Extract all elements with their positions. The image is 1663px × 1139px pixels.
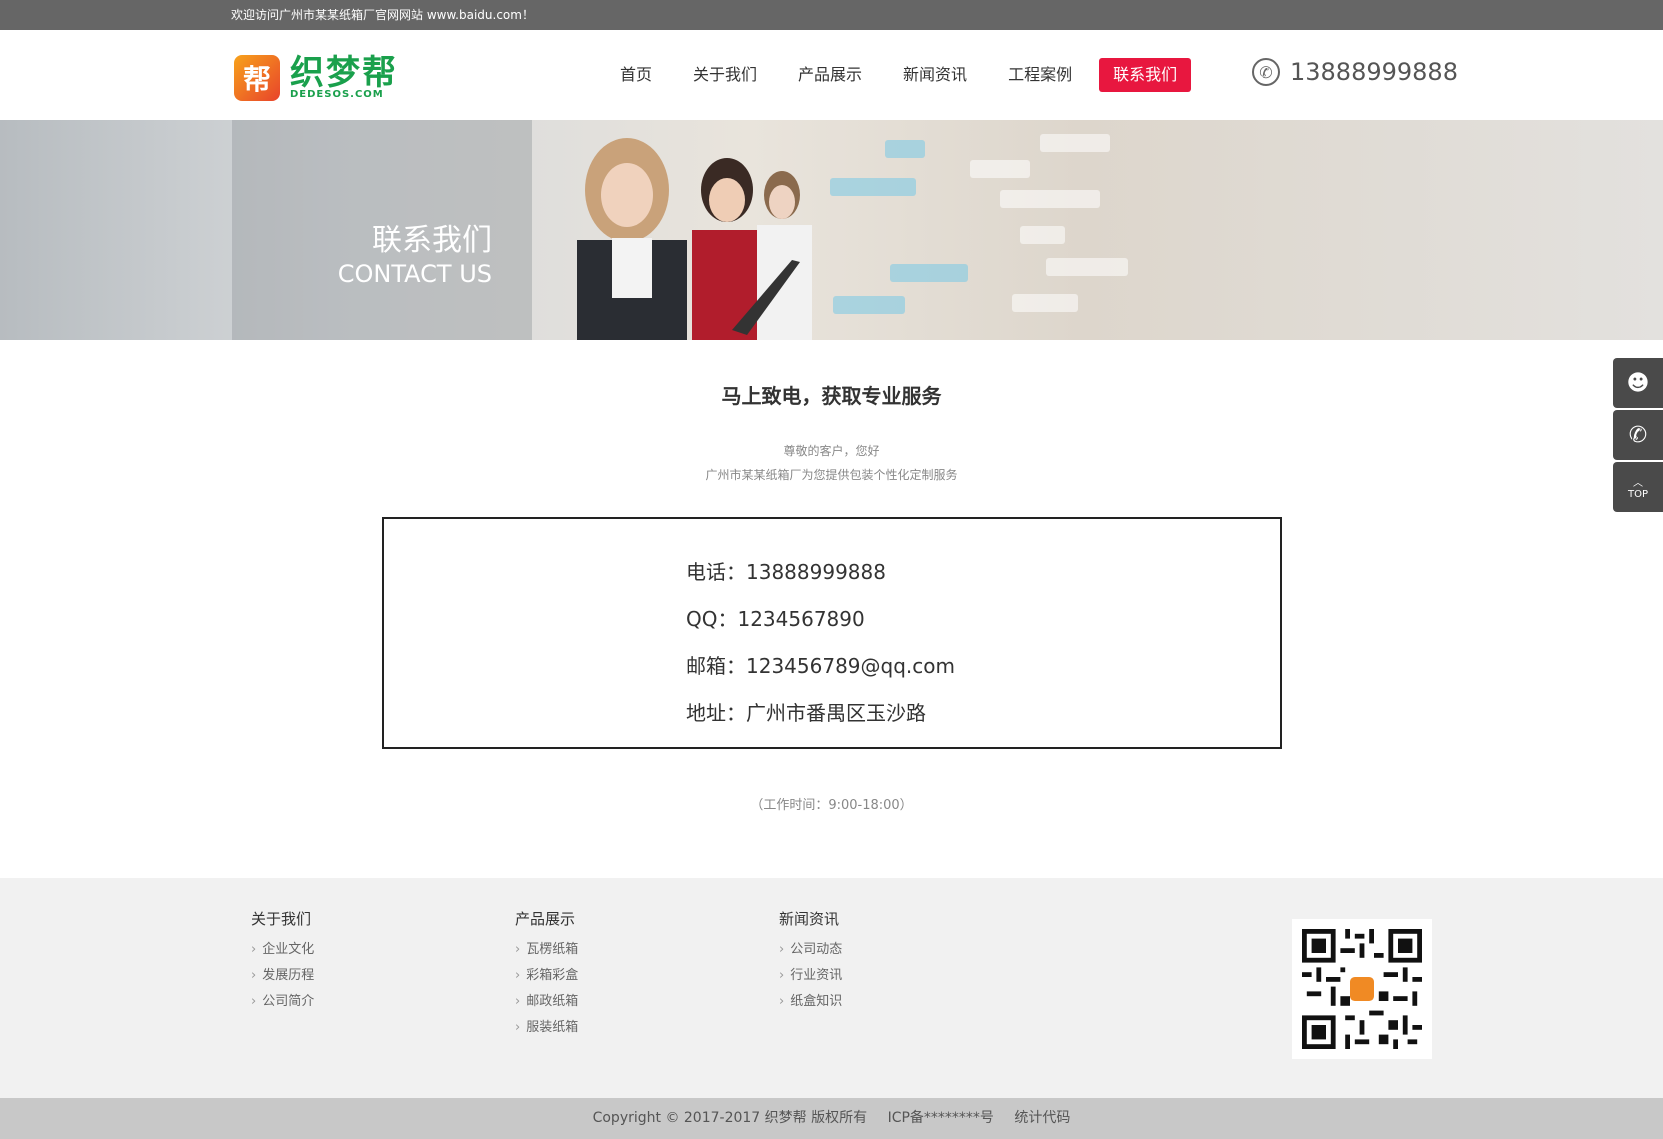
- footer-col-products: 产品展示 瓦楞纸箱 彩箱彩盒 邮政纸箱 服装纸箱: [515, 908, 578, 1041]
- contact-phone: 电话：13888999888: [686, 560, 886, 584]
- contact-address: 地址：广州市番禺区玉沙路: [686, 701, 926, 725]
- banner-title-panel: 联系我们 CONTACT US: [232, 120, 532, 340]
- phone-icon: ✆: [1252, 58, 1280, 86]
- qq-icon[interactable]: ☻: [1613, 358, 1663, 408]
- stats-code: 统计代码: [1014, 1110, 1071, 1126]
- site-logo[interactable]: 帮 织梦帮 DEDESOS.COM: [234, 55, 398, 101]
- footer-link[interactable]: 纸盒知识: [779, 989, 842, 1015]
- footer-col-title[interactable]: 关于我们: [251, 908, 314, 929]
- subtitle-greeting: 尊敬的客户，您好: [783, 444, 880, 458]
- footer-link[interactable]: 瓦楞纸箱: [515, 937, 578, 963]
- footer-link[interactable]: 服装纸箱: [515, 1015, 578, 1041]
- footer: 关于我们 企业文化 发展历程 公司简介 产品展示 瓦楞纸箱 彩箱彩盒 邮政纸箱 …: [0, 878, 1663, 1098]
- logo-en: DEDESOS.COM: [290, 89, 384, 100]
- nav-products[interactable]: 产品展示: [778, 58, 882, 92]
- logo-badge: 帮: [234, 55, 280, 101]
- copyright-text: Copyright © 2017-2017 织梦帮 版权所有: [592, 1110, 868, 1126]
- footer-link[interactable]: 邮政纸箱: [515, 989, 578, 1015]
- footer-link[interactable]: 公司动态: [779, 937, 842, 963]
- logo-text: 织梦帮 DEDESOS.COM: [290, 56, 398, 100]
- footer-link[interactable]: 公司简介: [251, 989, 314, 1015]
- contact-info-box: 电话：13888999888 QQ：1234567890 邮箱：12345678…: [382, 517, 1282, 749]
- back-to-top-button[interactable]: ︿ TOP: [1613, 462, 1663, 512]
- footer-col-title[interactable]: 产品展示: [515, 908, 578, 929]
- footer-link[interactable]: 行业资讯: [779, 963, 842, 989]
- footer-link[interactable]: 发展历程: [251, 963, 314, 989]
- header-phone-number: 13888999888: [1290, 58, 1458, 86]
- footer-link[interactable]: 彩箱彩盒: [515, 963, 578, 989]
- welcome-text: 欢迎访问广州市某某纸箱厂官网网站 www.baidu.com！: [231, 8, 534, 22]
- top-icon: ︿: [1633, 478, 1643, 489]
- phone-icon[interactable]: ✆: [1613, 410, 1663, 460]
- header: 帮 织梦帮 DEDESOS.COM 首页 关于我们 产品展示 新闻资讯 工程案例…: [0, 30, 1663, 120]
- banner-title-en: CONTACT US: [337, 260, 492, 288]
- section-subtitle: 尊敬的客户，您好 广州市某某纸箱厂为您提供包装个性化定制服务: [0, 439, 1663, 487]
- nav-news[interactable]: 新闻资讯: [883, 58, 987, 92]
- qr-code: [1292, 919, 1432, 1059]
- footer-link[interactable]: 企业文化: [251, 937, 314, 963]
- top-label: TOP: [1627, 489, 1648, 500]
- nav-home[interactable]: 首页: [600, 58, 672, 92]
- icp-link[interactable]: ICP备********号: [888, 1110, 994, 1126]
- nav-contact[interactable]: 联系我们: [1099, 58, 1192, 92]
- top-welcome-bar: 欢迎访问广州市某某纸箱厂官网网站 www.baidu.com！: [0, 0, 1663, 30]
- footer-col-title[interactable]: 新闻资讯: [779, 908, 842, 929]
- nav-about[interactable]: 关于我们: [673, 58, 777, 92]
- subtitle-service: 广州市某某纸箱厂为您提供包装个性化定制服务: [705, 468, 958, 482]
- banner-title-cn: 联系我们: [372, 223, 492, 258]
- nav-cases[interactable]: 工程案例: [988, 58, 1092, 92]
- section-title: 马上致电，获取专业服务: [721, 384, 942, 408]
- qr-code-image: [1302, 929, 1422, 1049]
- footer-col-news: 新闻资讯 公司动态 行业资讯 纸盒知识: [779, 908, 842, 1015]
- working-hours: （工作时间：9:00-18:00）: [750, 798, 913, 813]
- contact-qq: QQ：1234567890: [686, 607, 865, 631]
- side-float-toolbar: ☻ ✆ ︿ TOP: [1613, 358, 1663, 514]
- logo-cn: 织梦帮: [290, 53, 398, 93]
- footer-col-about: 关于我们 企业文化 发展历程 公司简介: [251, 908, 314, 1015]
- contact-banner: 联系我们 CONTACT US: [0, 120, 1663, 340]
- copyright-bar: Copyright © 2017-2017 织梦帮 版权所有 ICP备*****…: [0, 1098, 1663, 1139]
- main-nav: 首页 关于我们 产品展示 新闻资讯 工程案例 联系我们: [600, 58, 1192, 92]
- contact-email: 邮箱：123456789@qq.com: [686, 654, 955, 678]
- header-phone: ✆ 13888999888: [1252, 58, 1458, 86]
